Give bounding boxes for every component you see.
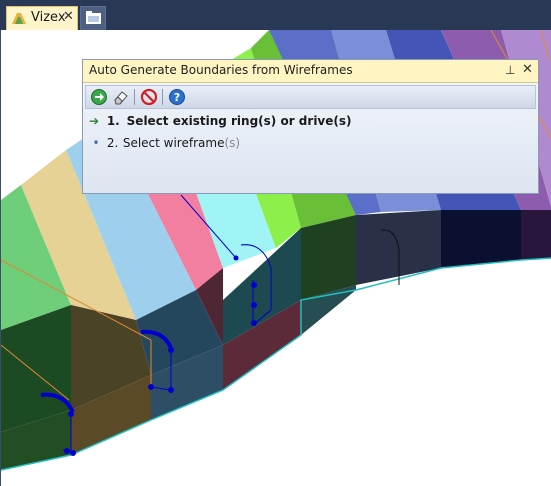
folder-icon (86, 11, 101, 24)
step-text-suffix: (s) (224, 136, 241, 150)
current-step-arrow-icon: ➔ (89, 114, 100, 128)
vizex-3d-viewport[interactable]: Auto Generate Boundaries from Wireframes… (0, 30, 551, 486)
panel-toolbar: ? (85, 85, 536, 109)
tab-folder[interactable] (80, 6, 106, 30)
tab-close-icon[interactable]: ✕ (63, 9, 74, 24)
toolbar-separator (162, 89, 163, 105)
eraser-icon[interactable] (112, 88, 130, 106)
step-text: Select existing ring(s) or drive(s) (126, 114, 352, 128)
panel-title: Auto Generate Boundaries from Wireframes (89, 63, 353, 77)
auto-generate-boundaries-panel: Auto Generate Boundaries from Wireframes… (82, 59, 539, 194)
tab-vizex-label: Vizex (31, 10, 66, 25)
run-icon[interactable] (90, 88, 108, 106)
step-number: 1. (106, 114, 120, 128)
step-text: Select wireframe (122, 136, 225, 150)
pin-icon[interactable]: ⊥ (505, 63, 515, 77)
cancel-icon[interactable] (140, 88, 158, 106)
vizex-icon (12, 13, 26, 24)
step-1[interactable]: ➔ 1. Select existing ring(s) or drive(s) (89, 114, 352, 128)
tab-vizex[interactable]: Vizex ✕ (6, 6, 78, 30)
svg-text:?: ? (174, 91, 180, 104)
document-tab-bar: Vizex ✕ (0, 0, 551, 30)
help-icon[interactable]: ? (168, 88, 186, 106)
bullet-icon: • (92, 136, 100, 150)
step-2[interactable]: • 2. Select wireframe(s) (89, 136, 240, 150)
toolbar-separator (134, 89, 135, 105)
panel-title-bar: Auto Generate Boundaries from Wireframes… (83, 60, 538, 83)
step-number: 2. (106, 136, 119, 150)
close-icon[interactable]: ✕ (522, 62, 533, 77)
